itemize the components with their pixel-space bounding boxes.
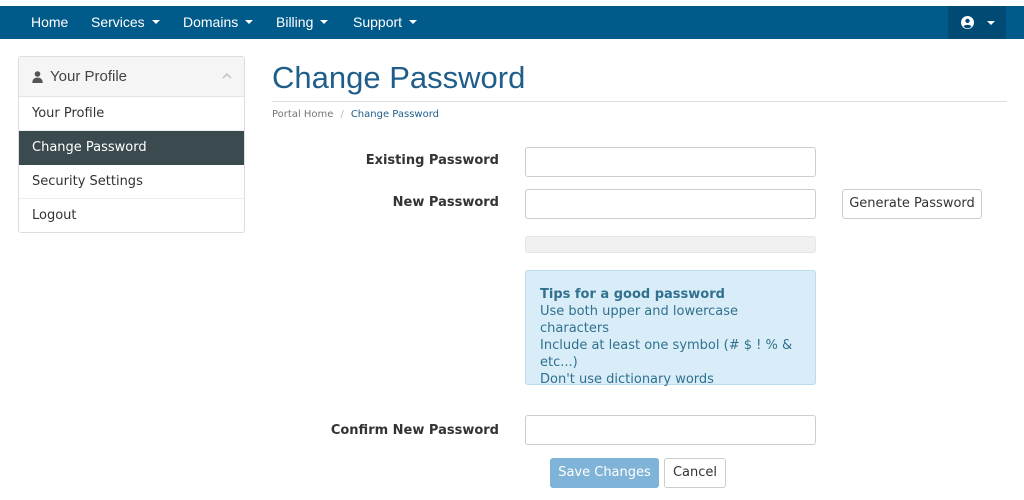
caret-down-icon <box>245 20 254 25</box>
user-icon <box>32 71 43 83</box>
sidebar-header-title: Your Profile <box>50 68 127 85</box>
caret-down-icon <box>151 20 160 25</box>
nav-support[interactable]: Support <box>353 6 418 39</box>
nav-services[interactable]: Services <box>91 6 160 39</box>
sidebar-item-change-password[interactable]: Change Password <box>19 131 244 165</box>
caret-down-icon <box>409 20 418 25</box>
sidebar-item-logout[interactable]: Logout <box>19 199 244 233</box>
breadcrumb-home-link[interactable]: Portal Home <box>272 109 333 120</box>
confirm-password-input[interactable] <box>525 415 816 445</box>
password-tips-box: Tips for a good password Use both upper … <box>525 270 816 387</box>
nav-billing[interactable]: Billing <box>276 6 329 39</box>
sidebar-header[interactable]: Your Profile <box>19 57 244 97</box>
breadcrumb-separator: / <box>340 109 344 120</box>
chevron-up-icon[interactable] <box>222 72 232 80</box>
profile-sidebar: Your Profile Your Profile Change Passwor… <box>18 56 245 233</box>
confirm-password-label: Confirm New Password <box>330 423 499 438</box>
tip-line: Don't use dictionary words <box>540 372 714 387</box>
password-strength-meter <box>525 236 816 253</box>
cancel-button[interactable]: Cancel <box>664 458 726 488</box>
caret-down-icon <box>320 20 329 25</box>
user-circle-icon <box>961 16 974 29</box>
new-password-input[interactable] <box>525 189 816 219</box>
breadcrumb-current[interactable]: Change Password <box>351 109 439 120</box>
new-password-label: New Password <box>392 195 499 210</box>
breadcrumb: Portal Home / Change Password <box>272 109 439 120</box>
existing-password-input[interactable] <box>525 147 816 177</box>
tip-line: Include at least one symbol (# $ ! % & e… <box>540 338 793 370</box>
save-changes-button[interactable]: Save Changes <box>550 458 659 488</box>
existing-password-label: Existing Password <box>365 153 499 168</box>
tip-line: Use both upper and lowercase characters <box>540 304 739 336</box>
caret-down-icon <box>987 21 995 25</box>
top-navbar: Home Services Domains Billing Support <box>0 6 1024 39</box>
sidebar-item-your-profile[interactable]: Your Profile <box>19 97 244 131</box>
title-divider <box>272 101 1007 102</box>
nav-domains[interactable]: Domains <box>183 6 254 39</box>
account-menu-button[interactable] <box>948 6 1006 39</box>
generate-password-button[interactable]: Generate Password <box>842 189 982 219</box>
sidebar-item-security-settings[interactable]: Security Settings <box>19 165 244 199</box>
nav-home[interactable]: Home <box>31 6 68 39</box>
tips-title: Tips for a good password <box>540 287 725 302</box>
page-title: Change Password <box>272 60 526 95</box>
